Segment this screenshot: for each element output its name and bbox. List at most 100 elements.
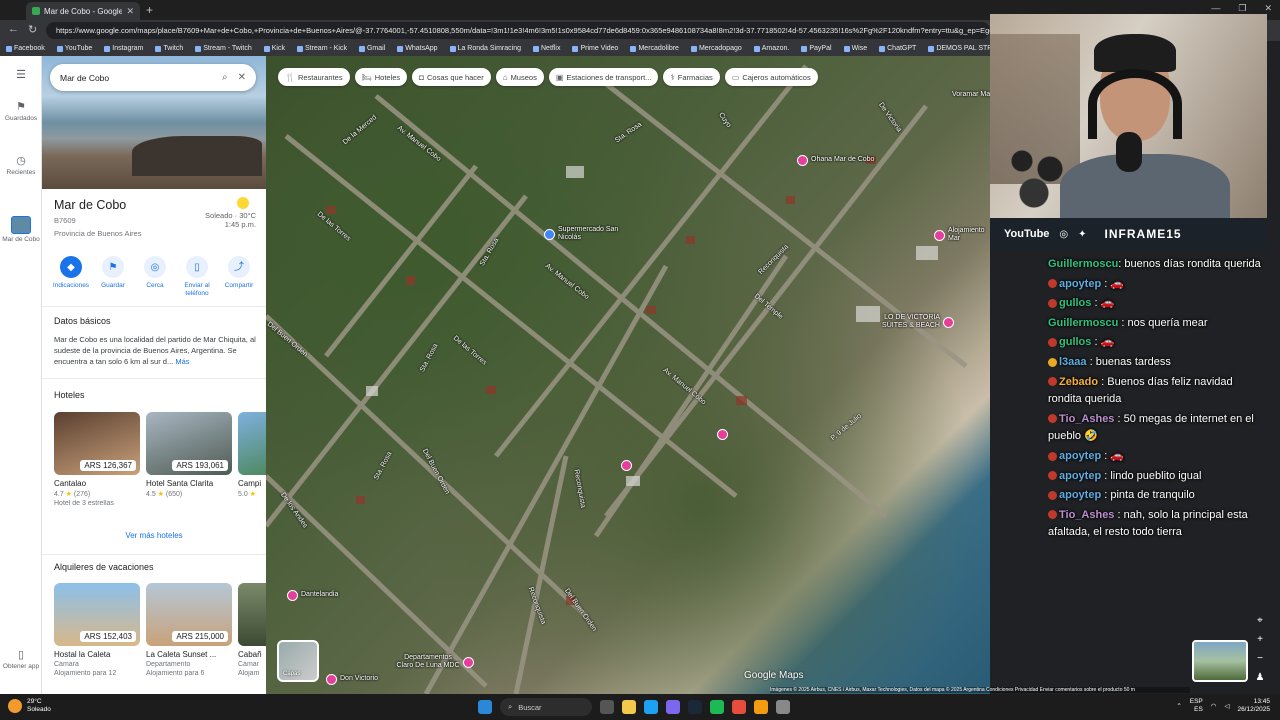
rail-current-place[interactable]: Mar de Cobo: [0, 216, 42, 243]
poi-alojamiento[interactable]: Alojamiento Mar: [934, 227, 988, 243]
save-button[interactable]: ⚑ Guardar: [92, 256, 134, 299]
zoom-out-icon[interactable]: −: [1257, 653, 1263, 664]
new-tab-icon[interactable]: +: [146, 3, 153, 17]
discord-icon[interactable]: [666, 700, 680, 714]
layers-button[interactable]: Capas: [277, 640, 319, 682]
share-button[interactable]: ⤴ Compartir: [218, 256, 260, 299]
poi-ohana[interactable]: Ohana Mar de Cobo: [797, 155, 874, 166]
category-chip[interactable]: ⌂ Museos: [495, 68, 544, 86]
wifi-icon[interactable]: ◠: [1211, 702, 1217, 710]
bookmark-item[interactable]: DEMOS PAL STREA...: [928, 45, 990, 52]
bookmark-item[interactable]: Kick: [263, 45, 285, 52]
bookmark-item[interactable]: Amazon.: [753, 45, 789, 52]
bookmark-item[interactable]: Instagram: [104, 45, 143, 52]
obs-icon[interactable]: [754, 700, 768, 714]
language-indicator[interactable]: ESP ES: [1190, 698, 1203, 715]
see-more-hotels-link[interactable]: Ver más hoteles: [42, 531, 266, 540]
steam-icon[interactable]: [688, 700, 702, 714]
directions-button[interactable]: ◆ Indicaciones: [50, 256, 92, 299]
history-icon: ◷: [16, 155, 26, 167]
bookmark-item[interactable]: Wise: [843, 45, 867, 52]
poi-dantelandia[interactable]: Dantelandia: [287, 590, 338, 601]
send-to-phone-button[interactable]: ▯ Enviar al teléfono: [176, 256, 218, 299]
spotify-icon[interactable]: [710, 700, 724, 714]
category-chip[interactable]: ▭ Cajeros automáticos: [724, 68, 818, 86]
chat-username: apoytep: [1059, 449, 1102, 462]
hotel-card[interactable]: Campi 5.0 ★: [238, 412, 266, 507]
bookmark-label: Gmail: [366, 45, 386, 52]
globe-view-thumbnail[interactable]: [1192, 640, 1248, 682]
rail-recent[interactable]: ◷ Recientes: [0, 154, 42, 176]
app-icon[interactable]: [732, 700, 746, 714]
my-location-icon[interactable]: ⌖: [1257, 615, 1263, 626]
nearby-button[interactable]: ◎ Cerca: [134, 256, 176, 299]
rental-card[interactable]: ARS 152,403 Hostal la Caleta Cámara Alojami…: [54, 583, 140, 677]
poi-lo-de-victoria[interactable]: LO DE VICTORIA SUITES & BEACH: [880, 314, 954, 330]
chat-message: gullos : 🚗: [1048, 334, 1266, 352]
search-box[interactable]: Mar de Cobo ⌕ ✕: [50, 64, 256, 91]
close-window-icon[interactable]: ✕: [1264, 3, 1272, 14]
rail-saved[interactable]: ⚑ Guardados: [0, 100, 42, 122]
bookmark-item[interactable]: Twitch: [155, 45, 183, 52]
rail-get-app[interactable]: ▯ Obtener app: [0, 648, 42, 670]
windows-start-icon[interactable]: [478, 700, 492, 714]
tray-chevron-icon[interactable]: ⌃: [1176, 702, 1181, 710]
task-view-icon[interactable]: [600, 700, 614, 714]
back-icon[interactable]: ←: [8, 23, 19, 35]
bookmark-item[interactable]: Stream - Kick: [296, 45, 347, 52]
search-input[interactable]: Mar de Cobo: [60, 73, 212, 83]
clock[interactable]: 13:45 26/12/2025: [1237, 698, 1270, 715]
bookmark-item[interactable]: Mercadolibre: [630, 45, 679, 52]
bookmark-item[interactable]: Stream - Twitch: [195, 45, 252, 52]
menu-button[interactable]: ☰: [0, 68, 42, 83]
bookmark-icon: ⚑: [102, 256, 124, 278]
bookmark-item[interactable]: Gmail: [358, 45, 386, 52]
bookmark-item[interactable]: WhatsApp: [397, 45, 438, 52]
poi-marker[interactable]: [621, 460, 632, 471]
rental-card[interactable]: Cabañ Cámar Alojam: [238, 583, 266, 677]
bookmark-item[interactable]: YouTube: [56, 45, 92, 52]
category-chip[interactable]: ▣ Estaciones de transport...: [548, 68, 659, 86]
hotel-card[interactable]: ARS 193,061 Hotel Santa Clarita 4.5 ★ (650…: [146, 412, 232, 507]
url-field[interactable]: https://www.google.com/maps/place/B7609+…: [46, 22, 990, 39]
reload-icon[interactable]: ↻: [28, 23, 37, 36]
bookmark-item[interactable]: Prime Video: [572, 45, 618, 52]
poi-supermarket[interactable]: Supermercado San Nicolás: [544, 226, 628, 242]
bookmark-item[interactable]: Netflix: [533, 45, 560, 52]
bookmark-item[interactable]: Facebook: [6, 45, 45, 52]
bookmark-favicon-icon: [56, 45, 63, 52]
close-tab-icon[interactable]: ✕: [126, 6, 134, 17]
chip-icon: ▭: [731, 72, 740, 82]
category-chip[interactable]: 🍴 Restaurantes: [278, 68, 350, 86]
taskbar-search[interactable]: ⌕ Buscar: [500, 698, 592, 716]
taskbar-weather[interactable]: 29°C Soleado: [8, 698, 51, 714]
pegman-icon[interactable]: ♟: [1256, 672, 1265, 683]
bookmark-label: Stream - Twitch: [203, 45, 252, 52]
app-icon[interactable]: [776, 700, 790, 714]
volume-icon[interactable]: ◁: [1224, 702, 1229, 710]
rental-card[interactable]: ARS 215,000 La Caleta Sunset ... Departame…: [146, 583, 232, 677]
file-explorer-icon[interactable]: [622, 700, 636, 714]
poi-don-victorio[interactable]: Don Victorio: [326, 674, 378, 685]
bookmark-item[interactable]: La Ronda Simracing: [449, 45, 521, 52]
browser-tab[interactable]: Mar de Cobo - Google Maps ✕: [26, 2, 140, 20]
category-chip[interactable]: 🛏 Hoteles: [354, 68, 408, 86]
bookmark-item[interactable]: Mercadopago: [690, 45, 742, 52]
poi-marker[interactable]: [717, 429, 728, 440]
satellite-map[interactable]: [266, 56, 990, 694]
bookmark-item[interactable]: PayPal: [801, 45, 832, 52]
minimize-icon[interactable]: —: [1211, 3, 1220, 14]
edge-icon[interactable]: [644, 700, 658, 714]
close-icon[interactable]: ✕: [238, 72, 246, 83]
category-chip[interactable]: ◘ Cosas que hacer: [412, 68, 491, 86]
directions-label: Indicaciones: [52, 282, 90, 289]
hotel-card[interactable]: ARS 126,367 Cantalao 4.7 ★ (276) Hotel de 3…: [54, 412, 140, 507]
bookmark-item[interactable]: ChatGPT: [879, 45, 916, 52]
category-chip[interactable]: ⚕ Farmacias: [663, 68, 720, 86]
maximize-icon[interactable]: ❐: [1238, 3, 1246, 14]
search-icon[interactable]: ⌕: [222, 72, 228, 83]
zoom-in-icon[interactable]: +: [1257, 634, 1263, 645]
poi-claro-de-luna[interactable]: Departamentos Claro De Luna MDC: [396, 654, 474, 670]
weather-sun-icon: [8, 698, 22, 713]
more-link[interactable]: Más: [175, 357, 189, 366]
